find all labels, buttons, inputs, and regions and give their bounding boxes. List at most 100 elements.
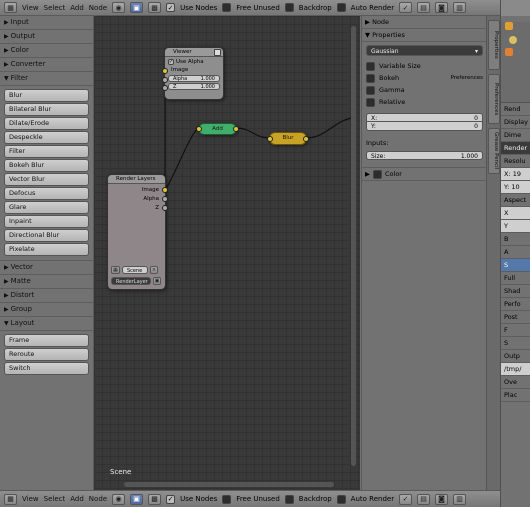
render-layers-alpha-socket[interactable]: [162, 196, 168, 202]
tab-grease-pencil[interactable]: Grease Pencil: [488, 128, 500, 174]
use-alpha-checkbox[interactable]: ✓: [168, 59, 174, 65]
shader-nodes-icon[interactable]: ◉: [112, 493, 126, 505]
section-filter[interactable]: ▼ Filter: [0, 72, 93, 86]
tab-preferences[interactable]: Preferences: [488, 74, 500, 124]
filter-button[interactable]: Filter: [4, 145, 89, 158]
switch-button[interactable]: Switch: [4, 362, 89, 375]
viewer-node[interactable]: Viewer ✓ Use Alpha Image Alpha 1.000 Z 1.00…: [162, 47, 224, 100]
aspect-y-field[interactable]: Y: [501, 220, 530, 233]
dilate-erode-button[interactable]: Dilate/Erode: [4, 117, 89, 130]
resolution-x-field[interactable]: X: 19: [501, 168, 530, 181]
node-editor-canvas[interactable]: Viewer ✓ Use Alpha Image Alpha 1.000 Z 1.00…: [94, 16, 360, 490]
node-panel-header[interactable]: ▶ Node: [362, 16, 487, 29]
blur-output-socket[interactable]: [303, 136, 309, 142]
section-output[interactable]: ▶ Output: [0, 30, 93, 44]
sampled-motion-blur-header[interactable]: S: [501, 337, 530, 350]
backdrop-checkbox[interactable]: [284, 494, 294, 504]
color-panel-header[interactable]: ▶ Color: [362, 167, 487, 181]
viewer-z-field[interactable]: Z 1.000: [168, 83, 220, 90]
compositing-nodes-icon[interactable]: ▣: [130, 2, 144, 13]
menu-view[interactable]: View: [22, 495, 39, 503]
pin-icon[interactable]: ✓: [399, 493, 413, 505]
bokeh-checkbox[interactable]: [366, 73, 375, 83]
add-input-socket[interactable]: [196, 126, 202, 132]
render-layer-icon[interactable]: ▣: [153, 277, 161, 285]
frame-button[interactable]: Frame: [4, 334, 89, 347]
auto-render-checkbox[interactable]: [336, 3, 346, 12]
size-field[interactable]: Size: 1.000: [366, 151, 483, 160]
blur-button[interactable]: Blur: [4, 89, 89, 102]
color-checkbox[interactable]: [373, 169, 382, 179]
pixelate-button[interactable]: Pixelate: [4, 243, 89, 256]
performance-panel-header[interactable]: Perfo: [501, 298, 530, 311]
render-icon[interactable]: ▥: [453, 493, 467, 505]
samples-row[interactable]: S: [501, 259, 530, 272]
viewer-preview-icon[interactable]: [214, 49, 221, 56]
placeholders-checkbox-row[interactable]: Plac: [501, 389, 530, 402]
gamma-checkbox[interactable]: [366, 85, 375, 95]
menu-add[interactable]: Add: [70, 4, 84, 12]
full-sample-row[interactable]: Full: [501, 272, 530, 285]
shader-nodes-icon[interactable]: ◉: [112, 2, 126, 13]
add-output-socket[interactable]: [233, 126, 239, 132]
section-input[interactable]: ▶ Input: [0, 16, 93, 30]
post-processing-panel-header[interactable]: Post: [501, 311, 530, 324]
menu-add[interactable]: Add: [70, 495, 84, 503]
reroute-button[interactable]: Reroute: [4, 348, 89, 361]
blur-input-socket[interactable]: [267, 136, 273, 142]
image-icon[interactable]: ▤: [417, 493, 431, 505]
menu-node[interactable]: Node: [89, 4, 107, 12]
viewer-z-socket[interactable]: [162, 85, 168, 91]
use-nodes-checkbox[interactable]: ✓: [166, 494, 176, 504]
horizontal-scrollbar[interactable]: [124, 482, 334, 487]
bokeh-blur-button[interactable]: Bokeh Blur: [4, 159, 89, 172]
backdrop-checkbox[interactable]: [284, 3, 294, 12]
pin-icon[interactable]: ✓: [399, 2, 413, 13]
menu-view[interactable]: View: [22, 4, 39, 12]
border-checkbox-row[interactable]: B: [501, 233, 530, 246]
section-layout[interactable]: ▼ Layout: [0, 317, 93, 331]
render-layer-selector[interactable]: RenderLayer: [111, 277, 151, 285]
scene-icon[interactable]: ▦: [111, 266, 120, 274]
shading-panel-header[interactable]: Shad: [501, 285, 530, 298]
bilateral-blur-button[interactable]: Bilateral Blur: [4, 103, 89, 116]
add-node[interactable]: Add: [196, 123, 239, 135]
editor-type-icon[interactable]: ▦: [4, 2, 17, 13]
section-matte[interactable]: ▶ Matte: [0, 275, 93, 289]
viewer-alpha-socket[interactable]: [162, 77, 168, 83]
overwrite-checkbox-row[interactable]: Ove: [501, 376, 530, 389]
anti-aliasing-header[interactable]: A: [501, 246, 530, 259]
auto-render-checkbox[interactable]: [336, 494, 346, 504]
render-preset-dropdown[interactable]: Render: [501, 142, 530, 155]
render-icon[interactable]: ▥: [453, 2, 467, 13]
render-layers-node[interactable]: Render Layers Image Alpha Z ▦ Scene × Re…: [107, 174, 168, 290]
variable-size-checkbox[interactable]: [366, 61, 375, 71]
object-icon[interactable]: [505, 48, 513, 56]
despeckle-button[interactable]: Despeckle: [4, 131, 89, 144]
filter-type-dropdown[interactable]: Gaussian ▾: [366, 45, 483, 56]
texture-nodes-icon[interactable]: ▩: [148, 2, 162, 13]
menu-node[interactable]: Node: [89, 495, 107, 503]
camera-icon[interactable]: [505, 22, 513, 30]
relative-checkbox[interactable]: [366, 97, 375, 107]
properties-panel-header[interactable]: ▼ Properties: [362, 29, 487, 42]
output-path-field[interactable]: /tmp/: [501, 363, 530, 376]
image-icon[interactable]: ▤: [417, 2, 431, 13]
free-unused-checkbox[interactable]: [222, 3, 232, 12]
editor-type-icon[interactable]: ▦: [4, 493, 17, 505]
directional-blur-button[interactable]: Directional Blur: [4, 229, 89, 242]
camera-icon[interactable]: ◙: [435, 493, 449, 505]
camera-icon[interactable]: ◙: [435, 2, 449, 13]
dimensions-panel-header[interactable]: Dime: [501, 129, 530, 142]
x-field[interactable]: X: 0: [366, 113, 483, 122]
resolution-y-field[interactable]: Y: 10: [501, 181, 530, 194]
inpaint-button[interactable]: Inpaint: [4, 215, 89, 228]
vector-blur-button[interactable]: Vector Blur: [4, 173, 89, 186]
lamp-icon[interactable]: [509, 36, 517, 44]
section-vector[interactable]: ▶ Vector: [0, 260, 93, 275]
vertical-scrollbar[interactable]: [351, 26, 356, 466]
glare-button[interactable]: Glare: [4, 201, 89, 214]
section-distort[interactable]: ▶ Distort: [0, 289, 93, 303]
defocus-button[interactable]: Defocus: [4, 187, 89, 200]
viewer-alpha-field[interactable]: Alpha 1.000: [168, 75, 220, 82]
